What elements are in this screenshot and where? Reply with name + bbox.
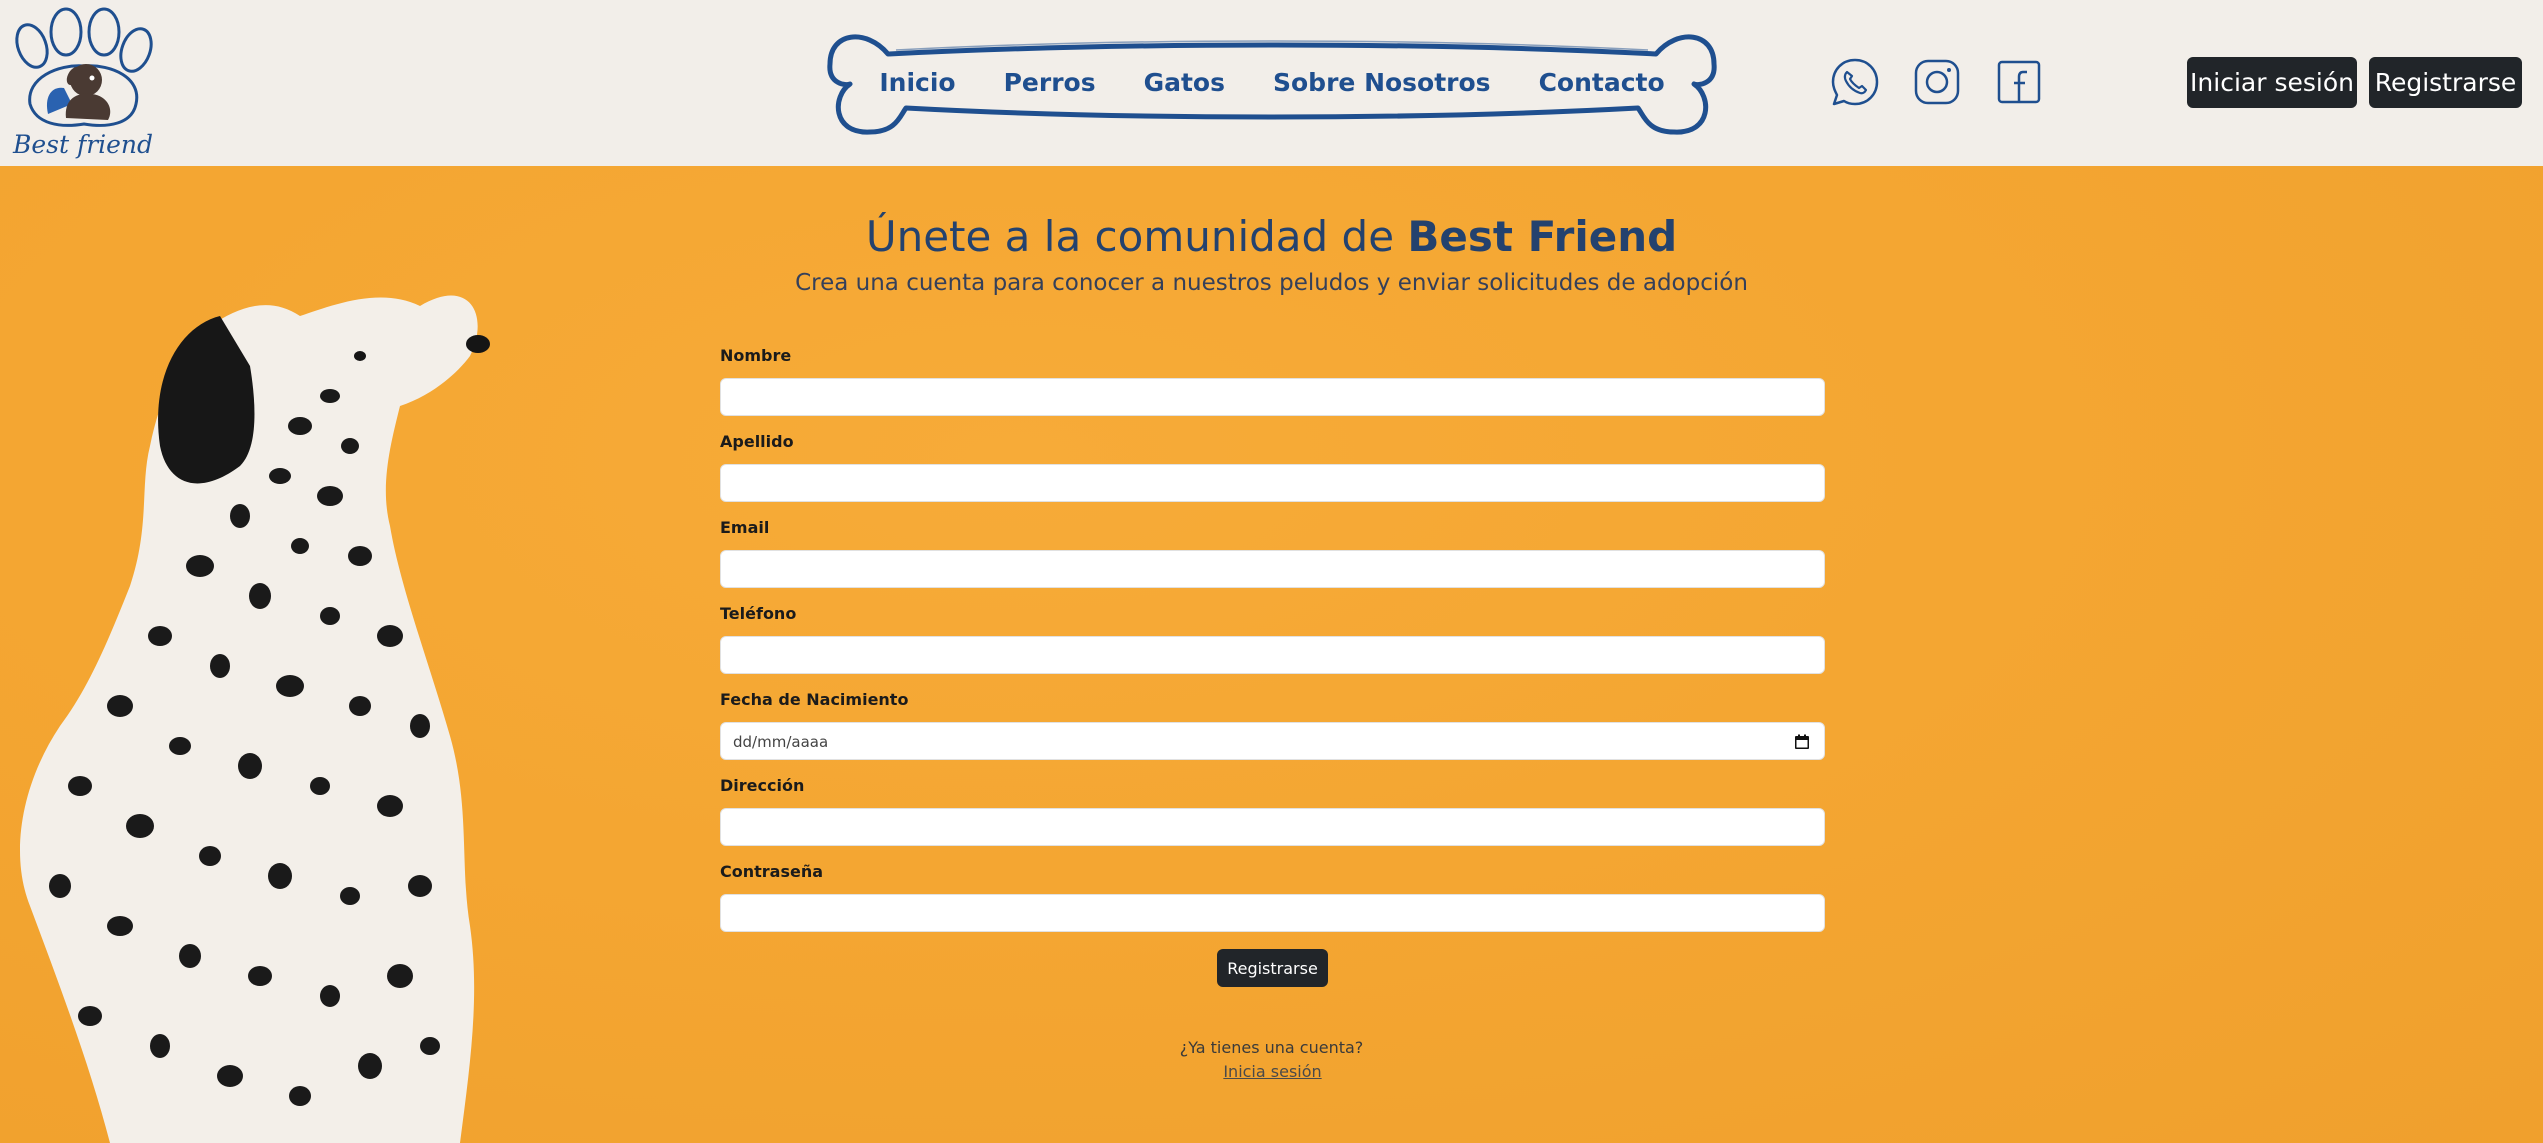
whatsapp-icon[interactable] — [1829, 56, 1881, 108]
submit-register-button[interactable]: Registrarse — [1217, 949, 1328, 987]
fecha-nacimiento-input[interactable]: dd/mm/aaaa — [720, 722, 1825, 760]
calendar-icon[interactable] — [1794, 734, 1810, 750]
email-label: Email — [720, 518, 770, 537]
site-header: Best friend Inicio Perros Gatos Sobre No… — [0, 0, 2543, 166]
nav-link-inicio[interactable]: Inicio — [879, 68, 955, 97]
apellido-label: Apellido — [720, 432, 794, 451]
paw-logo-icon — [15, 7, 153, 127]
direccion-input[interactable] — [720, 808, 1825, 846]
direccion-label: Dirección — [720, 776, 805, 795]
brand-name: Best friend — [12, 130, 154, 159]
apellido-input[interactable] — [720, 464, 1825, 502]
bone-nav: Inicio Perros Gatos Sobre Nosotros Conta… — [826, 24, 1718, 140]
telefono-input[interactable] — [720, 636, 1825, 674]
telefono-label: Teléfono — [720, 604, 797, 623]
instagram-icon[interactable] — [1911, 56, 1963, 108]
nav-link-gatos[interactable]: Gatos — [1144, 68, 1225, 97]
title-prefix: Únete a la comunidad de — [865, 212, 1408, 261]
register-section: Únete a la comunidad de Best Friend Crea… — [0, 166, 2543, 1143]
email-input[interactable] — [720, 550, 1825, 588]
main-nav: Inicio Perros Gatos Sobre Nosotros Conta… — [879, 64, 1664, 100]
nombre-input[interactable] — [720, 378, 1825, 416]
nav-link-sobre-nosotros[interactable]: Sobre Nosotros — [1273, 68, 1491, 97]
dalmatian-image — [20, 295, 490, 1143]
register-button[interactable]: Registrarse — [2369, 57, 2522, 108]
login-button[interactable]: Iniciar sesión — [2187, 57, 2357, 108]
brand-logo[interactable]: Best friend — [8, 6, 158, 162]
nav-link-perros[interactable]: Perros — [1004, 68, 1096, 97]
title-brand: Best Friend — [1407, 212, 1678, 261]
date-placeholder: dd/mm/aaaa — [733, 733, 829, 751]
page-subtitle: Crea una cuenta para conocer a nuestros … — [795, 270, 1748, 296]
facebook-icon[interactable] — [1993, 56, 2045, 108]
login-link[interactable]: Inicia sesión — [1200, 1062, 1345, 1081]
page-title: Únete a la comunidad de Best Friend — [0, 212, 2543, 261]
nav-link-contacto[interactable]: Contacto — [1539, 68, 1665, 97]
nombre-label: Nombre — [720, 346, 792, 365]
contrasena-label: Contraseña — [720, 862, 824, 881]
contrasena-input[interactable] — [720, 894, 1825, 932]
fecha-nacimiento-label: Fecha de Nacimiento — [720, 690, 909, 709]
have-account-text: ¿Ya tienes una cuenta? — [1179, 1038, 1364, 1057]
